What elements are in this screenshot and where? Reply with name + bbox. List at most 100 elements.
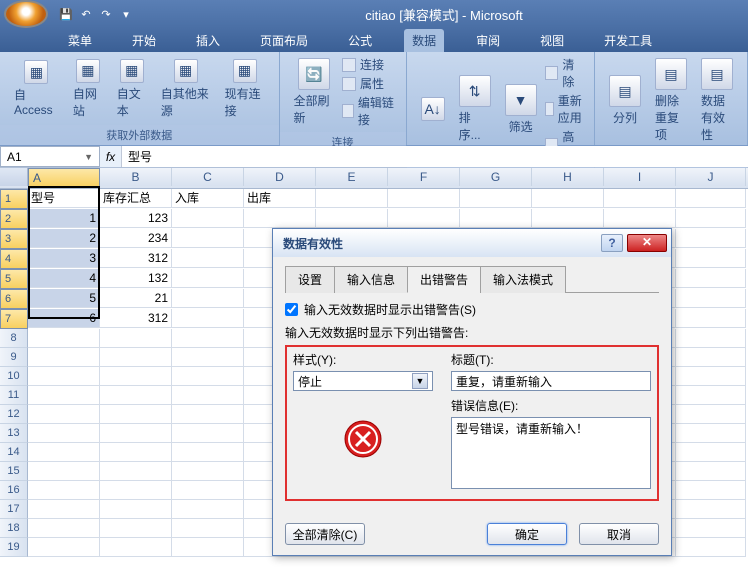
- help-button[interactable]: ?: [601, 234, 623, 252]
- cell[interactable]: [172, 405, 244, 424]
- cell[interactable]: [172, 269, 244, 288]
- dialog-tab[interactable]: 输入信息: [334, 266, 408, 293]
- column-header[interactable]: F: [388, 168, 460, 186]
- row-header[interactable]: 4: [0, 249, 28, 269]
- cell[interactable]: [172, 519, 244, 538]
- menu-tab[interactable]: 开发工具: [596, 29, 660, 52]
- ribbon-button[interactable]: ▦自 Access: [8, 58, 65, 119]
- fx-icon[interactable]: fx: [100, 146, 122, 167]
- menu-tab[interactable]: 公式: [340, 29, 380, 52]
- column-header[interactable]: E: [316, 168, 388, 186]
- message-textarea[interactable]: 型号错误，请重新输入！: [451, 417, 651, 489]
- menu-tab[interactable]: 视图: [532, 29, 572, 52]
- menu-tab[interactable]: 审阅: [468, 29, 508, 52]
- cell[interactable]: [100, 348, 172, 367]
- cell[interactable]: [676, 519, 746, 538]
- row-header[interactable]: 10: [0, 367, 28, 386]
- column-header[interactable]: I: [604, 168, 676, 186]
- cell[interactable]: [28, 500, 100, 519]
- select-all-corner[interactable]: [0, 168, 28, 186]
- ribbon-button[interactable]: ▦自其他来源: [155, 57, 217, 121]
- cell[interactable]: [100, 443, 172, 462]
- cell[interactable]: [172, 209, 244, 228]
- cell[interactable]: [676, 481, 746, 500]
- dialog-tab[interactable]: 设置: [285, 266, 335, 293]
- save-icon[interactable]: 💾: [58, 6, 74, 22]
- cell[interactable]: [532, 209, 604, 228]
- row-header[interactable]: 13: [0, 424, 28, 443]
- row-header[interactable]: 2: [0, 209, 28, 229]
- cell[interactable]: [676, 424, 746, 443]
- ribbon-button[interactable]: ▦现有连接: [219, 57, 271, 121]
- refresh-all-button[interactable]: 🔄 全部刷新: [288, 56, 340, 128]
- filter-button[interactable]: ▼筛选: [499, 82, 543, 137]
- cell[interactable]: [244, 209, 316, 228]
- style-select[interactable]: 停止 ▼: [293, 371, 433, 391]
- cell[interactable]: [676, 462, 746, 481]
- cell[interactable]: [676, 348, 746, 367]
- cell[interactable]: 型号: [28, 189, 100, 208]
- clear-all-button[interactable]: 全部清除(C): [285, 523, 365, 545]
- cell[interactable]: 5: [28, 289, 100, 308]
- cell[interactable]: [172, 249, 244, 268]
- cell[interactable]: [172, 481, 244, 500]
- show-alert-checkbox[interactable]: [285, 303, 298, 316]
- close-button[interactable]: ✕: [627, 234, 667, 252]
- row-header[interactable]: 7: [0, 309, 28, 329]
- cell[interactable]: [676, 405, 746, 424]
- cell[interactable]: [172, 386, 244, 405]
- row-header[interactable]: 17: [0, 500, 28, 519]
- cell[interactable]: [28, 405, 100, 424]
- row-header[interactable]: 11: [0, 386, 28, 405]
- cell[interactable]: [28, 386, 100, 405]
- cell[interactable]: [388, 189, 460, 208]
- cell[interactable]: 312: [100, 249, 172, 268]
- cell[interactable]: [460, 209, 532, 228]
- row-header[interactable]: 3: [0, 229, 28, 249]
- row-header[interactable]: 16: [0, 481, 28, 500]
- cell[interactable]: [676, 329, 746, 348]
- cell[interactable]: [28, 443, 100, 462]
- cell[interactable]: 234: [100, 229, 172, 248]
- cell[interactable]: [28, 481, 100, 500]
- cell[interactable]: [676, 189, 746, 208]
- row-header[interactable]: 14: [0, 443, 28, 462]
- office-button[interactable]: [4, 0, 48, 28]
- column-header[interactable]: J: [676, 168, 746, 186]
- column-header[interactable]: G: [460, 168, 532, 186]
- cell[interactable]: [100, 519, 172, 538]
- cell[interactable]: [676, 538, 746, 557]
- formula-input[interactable]: 型号: [122, 146, 748, 167]
- cell[interactable]: [388, 209, 460, 228]
- cell[interactable]: [172, 348, 244, 367]
- redo-icon[interactable]: ↷: [98, 6, 114, 22]
- cell[interactable]: [28, 519, 100, 538]
- ribbon-button[interactable]: ▤删除重复项: [649, 56, 693, 145]
- ribbon-button[interactable]: ▤分列: [603, 73, 647, 128]
- dialog-titlebar[interactable]: 数据有效性 ? ✕: [273, 229, 671, 257]
- cell[interactable]: [172, 309, 244, 328]
- cell[interactable]: 2: [28, 229, 100, 248]
- cell[interactable]: [676, 367, 746, 386]
- column-header[interactable]: C: [172, 168, 244, 186]
- cell[interactable]: 入库: [172, 189, 244, 208]
- cell[interactable]: [28, 538, 100, 557]
- column-header[interactable]: B: [100, 168, 172, 186]
- cell[interactable]: [100, 405, 172, 424]
- ribbon-sub-button[interactable]: 连接: [342, 56, 398, 73]
- menu-tab[interactable]: 插入: [188, 29, 228, 52]
- cell[interactable]: 123: [100, 209, 172, 228]
- cell[interactable]: [172, 538, 244, 557]
- cell[interactable]: [676, 269, 746, 288]
- cell[interactable]: 21: [100, 289, 172, 308]
- cell[interactable]: [100, 424, 172, 443]
- cell[interactable]: [604, 189, 676, 208]
- cell[interactable]: [676, 289, 746, 308]
- cell[interactable]: [28, 367, 100, 386]
- column-header[interactable]: H: [532, 168, 604, 186]
- ribbon-button[interactable]: ▤数据有效性: [695, 56, 739, 145]
- cell[interactable]: 4: [28, 269, 100, 288]
- cell[interactable]: [28, 462, 100, 481]
- cell[interactable]: [100, 329, 172, 348]
- cell[interactable]: [172, 424, 244, 443]
